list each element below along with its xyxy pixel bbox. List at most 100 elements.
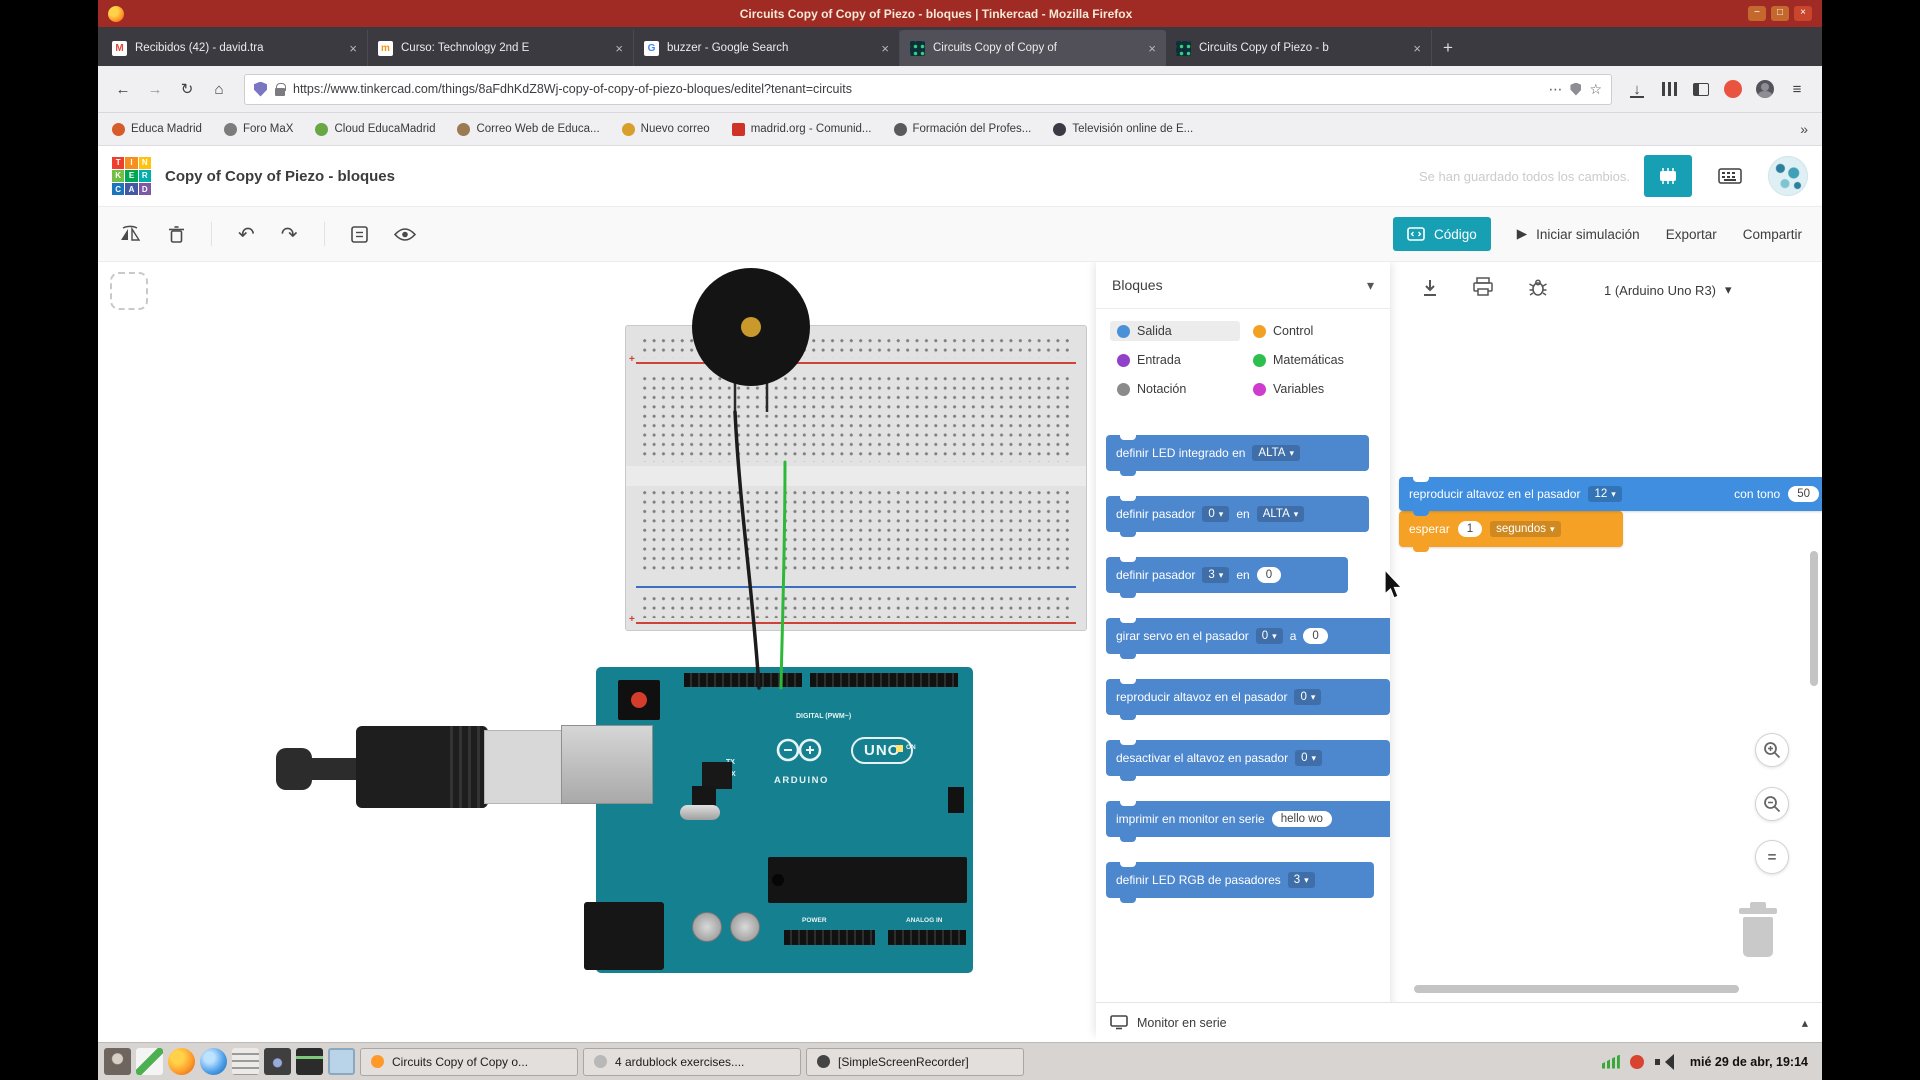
bookmark-cloud-educamadrid[interactable]: Cloud EducaMadrid	[315, 123, 435, 136]
components-toggle-button[interactable]	[1644, 155, 1692, 197]
blocks-mode-dropdown[interactable]: Bloques ▾	[1096, 262, 1390, 309]
launcher-icon-2[interactable]	[136, 1048, 163, 1075]
block-dropdown[interactable]: 3▾	[1288, 872, 1315, 888]
tinkercad-logo[interactable]: TIN KER CAD	[112, 157, 151, 196]
tab-close-icon[interactable]: ×	[1148, 41, 1156, 56]
category-salida[interactable]: Salida	[1110, 321, 1240, 341]
block-dropdown[interactable]: 0▾	[1202, 506, 1229, 522]
document-title[interactable]: Copy of Copy of Piezo - bloques	[165, 168, 395, 185]
launcher-viewer-icon[interactable]	[328, 1048, 355, 1075]
palette-block-definir-pasador-alta[interactable]: definir pasador 0▾ en ALTA▾	[1106, 496, 1369, 532]
usb-cable[interactable]	[304, 758, 362, 780]
palette-block-imprimir-monitor[interactable]: imprimir en monitor en serie hello wo	[1106, 801, 1390, 837]
block-dropdown[interactable]: 0▾	[1294, 689, 1321, 705]
reset-button[interactable]	[618, 680, 660, 720]
launcher-files-icon[interactable]	[232, 1048, 259, 1075]
block-unit-dropdown[interactable]: segundos▾	[1490, 521, 1560, 537]
minimize-button[interactable]: −	[1748, 6, 1766, 21]
category-variables[interactable]: Variables	[1246, 379, 1376, 399]
zoom-out-button[interactable]	[1755, 787, 1789, 821]
tab-close-icon[interactable]: ×	[349, 41, 357, 56]
workspace-block-reproducir-altavoz[interactable]: reproducir altavoz en el pasador 12▾ con…	[1399, 477, 1822, 511]
redo-button[interactable]: ↷	[281, 222, 298, 247]
bookmark-foro-max[interactable]: Foro MaX	[224, 123, 294, 136]
workspace-block-esperar[interactable]: esperar 1 segundos▾	[1399, 511, 1623, 547]
launcher-icon-1[interactable]	[104, 1048, 131, 1075]
launcher-browser-icon[interactable]	[200, 1048, 227, 1075]
sidebar-button[interactable]	[1686, 74, 1716, 104]
block-dropdown[interactable]: 3▾	[1202, 567, 1229, 583]
reload-button[interactable]: ↻	[172, 74, 202, 104]
url-bar[interactable]: https://www.tinkercad.com/things/8aFdhKd…	[244, 74, 1612, 105]
user-avatar[interactable]	[1768, 156, 1808, 196]
category-control[interactable]: Control	[1246, 321, 1376, 341]
arduino-uno-board[interactable]: DIGITAL (PWM~) TX RX UNO ARDUINO ON POWE…	[596, 667, 973, 973]
palette-block-led-rgb[interactable]: definir LED RGB de pasadores 3▾	[1106, 862, 1374, 898]
bookmark-television[interactable]: Televisión online de E...	[1053, 123, 1193, 136]
undo-button[interactable]: ↶	[238, 222, 255, 247]
network-signal-icon[interactable]	[1602, 1055, 1620, 1069]
account-button[interactable]	[1750, 74, 1780, 104]
block-value[interactable]: 0	[1303, 628, 1327, 644]
palette-block-led-integrado[interactable]: definir LED integrado en ALTA▾	[1106, 435, 1369, 471]
library-button[interactable]	[1654, 74, 1684, 104]
tracking-shield-icon[interactable]	[254, 82, 267, 97]
block-value[interactable]: hello wo	[1272, 811, 1332, 827]
taskbar-clock[interactable]: mié 29 de abr, 19:14	[1682, 1055, 1816, 1069]
bookmark-formacion[interactable]: Formación del Profes...	[894, 123, 1032, 136]
workspace-trash-button[interactable]	[1736, 902, 1780, 960]
taskbar-window-circuits[interactable]: Circuits Copy of Copy o...	[360, 1048, 578, 1076]
tidy-blocks-button[interactable]: =	[1755, 840, 1789, 874]
download-code-button[interactable]	[1420, 278, 1440, 304]
export-button[interactable]: Exportar	[1666, 227, 1717, 242]
forward-button[interactable]: →	[140, 74, 170, 104]
annotation-button[interactable]	[351, 226, 368, 243]
palette-block-girar-servo[interactable]: girar servo en el pasador 0▾ a 0	[1106, 618, 1390, 654]
vertical-scrollbar[interactable]	[1810, 551, 1818, 686]
tab-close-icon[interactable]: ×	[1413, 41, 1421, 56]
start-simulation-button[interactable]: ▶ Iniciar simulación	[1517, 226, 1640, 242]
tab-close-icon[interactable]: ×	[615, 41, 623, 56]
downloads-button[interactable]: ↓	[1622, 74, 1652, 104]
block-dropdown[interactable]: ALTA▾	[1257, 506, 1305, 522]
serial-monitor-bar[interactable]: Monitor en serie ▴	[1096, 1002, 1822, 1042]
volume-icon[interactable]	[1654, 1054, 1672, 1070]
permissions-icon[interactable]	[1570, 83, 1581, 96]
back-button[interactable]: ←	[108, 74, 138, 104]
code-button[interactable]: Código	[1393, 217, 1491, 251]
bookmark-madrid-org[interactable]: madrid.org - Comunid...	[732, 123, 872, 136]
block-value[interactable]: 50	[1788, 486, 1819, 502]
debug-button[interactable]	[1528, 278, 1548, 303]
horizontal-scrollbar[interactable]	[1414, 985, 1739, 993]
bookmark-correo-web[interactable]: Correo Web de Educa...	[457, 123, 599, 136]
bookmark-star-icon[interactable]: ☆	[1589, 81, 1602, 98]
menu-button[interactable]: ≡	[1782, 74, 1812, 104]
extension-button[interactable]	[1718, 74, 1748, 104]
bookmark-nuevo-correo[interactable]: Nuevo correo	[622, 123, 710, 136]
share-button[interactable]: Compartir	[1743, 227, 1802, 242]
recording-indicator-icon[interactable]	[1630, 1055, 1644, 1069]
new-tab-button[interactable]: +	[1432, 30, 1464, 66]
breadboard[interactable]: + +	[625, 325, 1087, 631]
tab-tinkercad-piezo[interactable]: Circuits Copy of Piezo - b ×	[1166, 30, 1432, 66]
visibility-button[interactable]	[394, 227, 416, 242]
category-entrada[interactable]: Entrada	[1110, 350, 1240, 370]
url-text[interactable]: https://www.tinkercad.com/things/8aFdhKd…	[293, 82, 1540, 96]
bookmarks-overflow-button[interactable]: »	[1800, 121, 1808, 137]
taskbar-window-screenrecorder[interactable]: [SimpleScreenRecorder]	[806, 1048, 1024, 1076]
tab-gmail[interactable]: M Recibidos (42) - david.tra ×	[102, 30, 368, 66]
block-dropdown[interactable]: ALTA▾	[1252, 445, 1300, 461]
category-matematicas[interactable]: Matemáticas	[1246, 350, 1376, 370]
analog-header-pins[interactable]	[888, 930, 966, 945]
launcher-firefox-icon[interactable]	[168, 1048, 195, 1075]
palette-block-desactivar-altavoz[interactable]: desactivar el altavoz en pasador 0▾	[1106, 740, 1390, 776]
home-button[interactable]: ⌂	[204, 74, 234, 104]
zoom-in-button[interactable]	[1755, 733, 1789, 767]
keyboard-view-button[interactable]	[1706, 155, 1754, 197]
launcher-screenshot-icon[interactable]	[264, 1048, 291, 1075]
maximize-button[interactable]: □	[1771, 6, 1789, 21]
launcher-terminal-icon[interactable]	[296, 1048, 323, 1075]
palette-block-reproducir-altavoz[interactable]: reproducir altavoz en el pasador 0▾	[1106, 679, 1390, 715]
block-value[interactable]: 1	[1458, 521, 1482, 537]
tab-moodle-course[interactable]: m Curso: Technology 2nd E ×	[368, 30, 634, 66]
